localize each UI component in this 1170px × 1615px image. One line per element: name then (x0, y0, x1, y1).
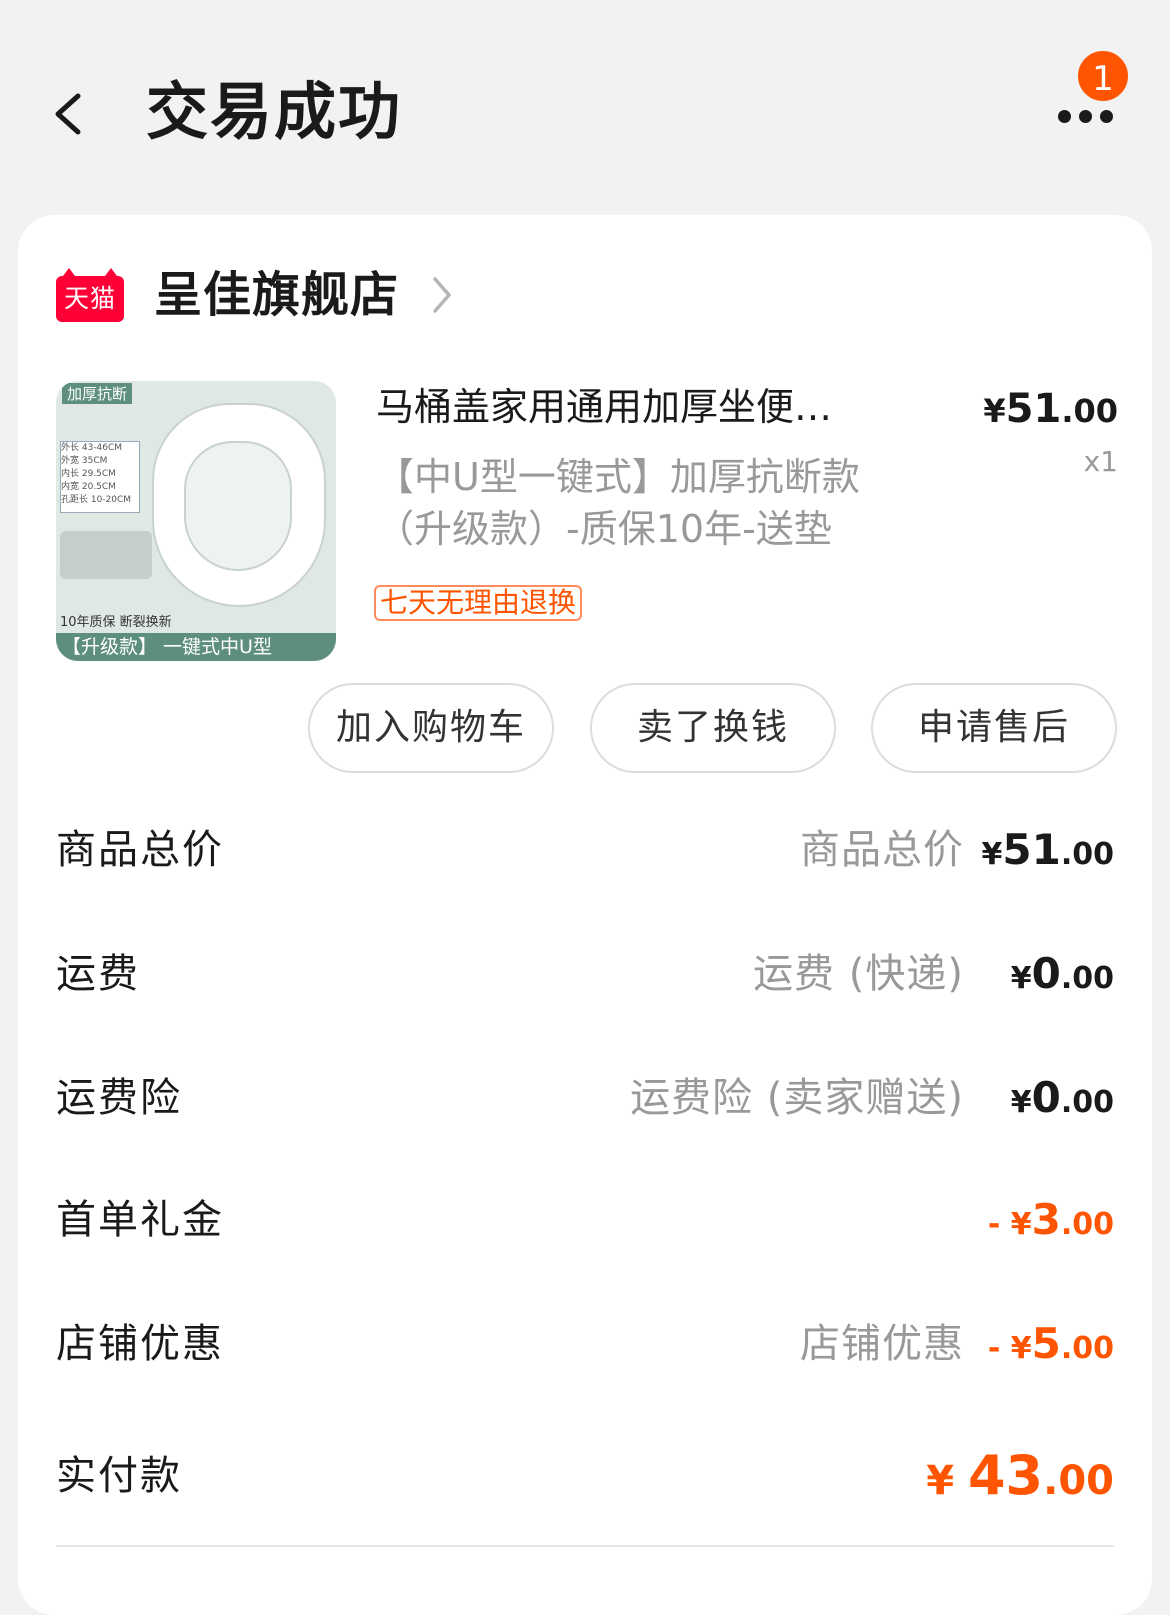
size-table: 外长 43-46CM 外宽 35CM 内长 29.5CM 内宽 20.5CM 孔… (60, 441, 140, 513)
amount-int: 51 (1002, 825, 1061, 874)
row-label: 商品总价 (56, 827, 224, 873)
after-sale-button[interactable]: 申请售后 (871, 683, 1117, 773)
size-row: 孔距长 10-20CM (61, 495, 132, 505)
product-quantity: x1 (1083, 445, 1118, 478)
more-dot (1079, 110, 1092, 123)
price-currency: ¥ (983, 392, 1006, 430)
chevron-right-icon (433, 277, 451, 313)
product-image[interactable]: 加厚抗断 外长 43-46CM 外宽 35CM 内长 29.5CM 内宽 20.… (56, 381, 336, 661)
amount-currency: ¥ (1010, 1207, 1032, 1242)
row-desc: 商品总价 (800, 827, 964, 873)
row-label: 店铺优惠 (56, 1321, 224, 1367)
price-dec: .00 (1061, 392, 1118, 430)
summary-row-shipping: 运费 运费 (快递) ¥0.00 (56, 939, 1114, 1009)
image-caption: 10年质保 断裂换新 (60, 615, 172, 630)
row-desc: 店铺优惠 (800, 1321, 964, 1367)
amount-int: 0 (1031, 1073, 1061, 1122)
size-row: 外宽 35CM (61, 456, 108, 466)
amount-dec: .00 (1060, 1207, 1114, 1242)
price-int: 51 (1005, 386, 1062, 432)
hand-photo (60, 531, 152, 579)
more-dot (1100, 110, 1113, 123)
row-amount: ¥0.00 (1011, 1063, 1114, 1142)
size-row: 内长 29.5CM (61, 469, 116, 479)
amount-currency: ¥ (1010, 1085, 1032, 1120)
product-price: ¥51.00 (983, 381, 1118, 439)
chevron-left-icon (55, 93, 81, 135)
resell-button[interactable]: 卖了换钱 (590, 683, 836, 773)
amount-currency: ¥ (926, 1458, 968, 1504)
summary-row-store-discount: 店铺优惠 店铺优惠 - ¥5.00 (56, 1309, 1114, 1379)
spec-line-1: 【中U型一键式】加厚抗断款 (376, 455, 860, 499)
summary-row-first-order-gift: 首单礼金 - ¥3.00 (56, 1185, 1114, 1255)
divider (56, 1545, 1114, 1547)
top-bar: 交易成功 1 (0, 0, 1170, 215)
amount-int: 43 (967, 1444, 1044, 1507)
add-to-cart-button[interactable]: 加入购物车 (308, 683, 554, 773)
row-label: 运费 (56, 951, 140, 997)
amount-currency: ¥ (981, 837, 1003, 872)
size-row: 外长 43-46CM (61, 443, 123, 453)
amount-prefix: - (987, 1207, 1011, 1242)
amount-dec: .00 (1060, 837, 1114, 872)
summary-row-subtotal: 商品总价 商品总价 ¥51.00 (56, 815, 1114, 885)
notification-badge: 1 (1075, 48, 1131, 104)
store-link[interactable]: 天猫 呈佳旗舰店 (56, 265, 455, 325)
toilet-seat-hole (184, 441, 292, 571)
image-bottom-bar: 【升级款】 一键式中U型 (56, 633, 336, 661)
order-card: 天猫 呈佳旗舰店 加厚抗断 外长 43-46CM 外宽 35CM 内长 29.5… (18, 215, 1152, 1615)
row-desc: 运费 (快递) (753, 951, 964, 997)
amount-currency: ¥ (1010, 961, 1032, 996)
row-amount: ¥51.00 (982, 815, 1114, 894)
row-label: 实付款 (56, 1453, 182, 1499)
total-amount: ¥ 43.00 (926, 1441, 1114, 1524)
spec-line-2: （升级款）-质保10年-送垫 (376, 507, 832, 551)
summary-row-shipping-insurance: 运费险 运费险 (卖家赠送) ¥0.00 (56, 1063, 1114, 1133)
back-button[interactable] (40, 78, 100, 148)
product-spec: 【中U型一键式】加厚抗断款 （升级款）-质保10年-送垫 (376, 451, 976, 555)
store-name: 呈佳旗舰店 (154, 267, 400, 323)
row-amount: ¥0.00 (1011, 939, 1114, 1018)
amount-currency: ¥ (1010, 1331, 1032, 1366)
amount-dec: .00 (1060, 1085, 1114, 1120)
product-title[interactable]: 马桶盖家用通用加厚坐便… (376, 381, 916, 433)
row-amount: - ¥5.00 (988, 1309, 1114, 1388)
amount-dec: .00 (1060, 1331, 1114, 1366)
summary-row-total-paid: 实付款 ¥ 43.00 (56, 1441, 1114, 1511)
amount-prefix: - (987, 1331, 1011, 1366)
page-title: 交易成功 (146, 75, 403, 148)
amount-int: 3 (1031, 1195, 1061, 1244)
row-label: 运费险 (56, 1075, 182, 1121)
return-policy-tag: 七天无理由退换 (374, 585, 583, 621)
image-top-label: 加厚抗断 (62, 383, 133, 404)
size-row: 内宽 20.5CM (61, 482, 116, 492)
row-amount: - ¥3.00 (988, 1185, 1114, 1264)
more-dots-icon (1058, 110, 1071, 123)
tmall-logo: 天猫 (56, 268, 124, 322)
amount-int: 5 (1031, 1319, 1061, 1368)
tmall-logo-text: 天猫 (56, 276, 124, 322)
amount-int: 0 (1031, 949, 1061, 998)
amount-dec: .00 (1060, 961, 1114, 996)
amount-dec: .00 (1043, 1458, 1114, 1504)
row-label: 首单礼金 (56, 1197, 224, 1243)
row-desc: 运费险 (卖家赠送) (630, 1075, 964, 1121)
